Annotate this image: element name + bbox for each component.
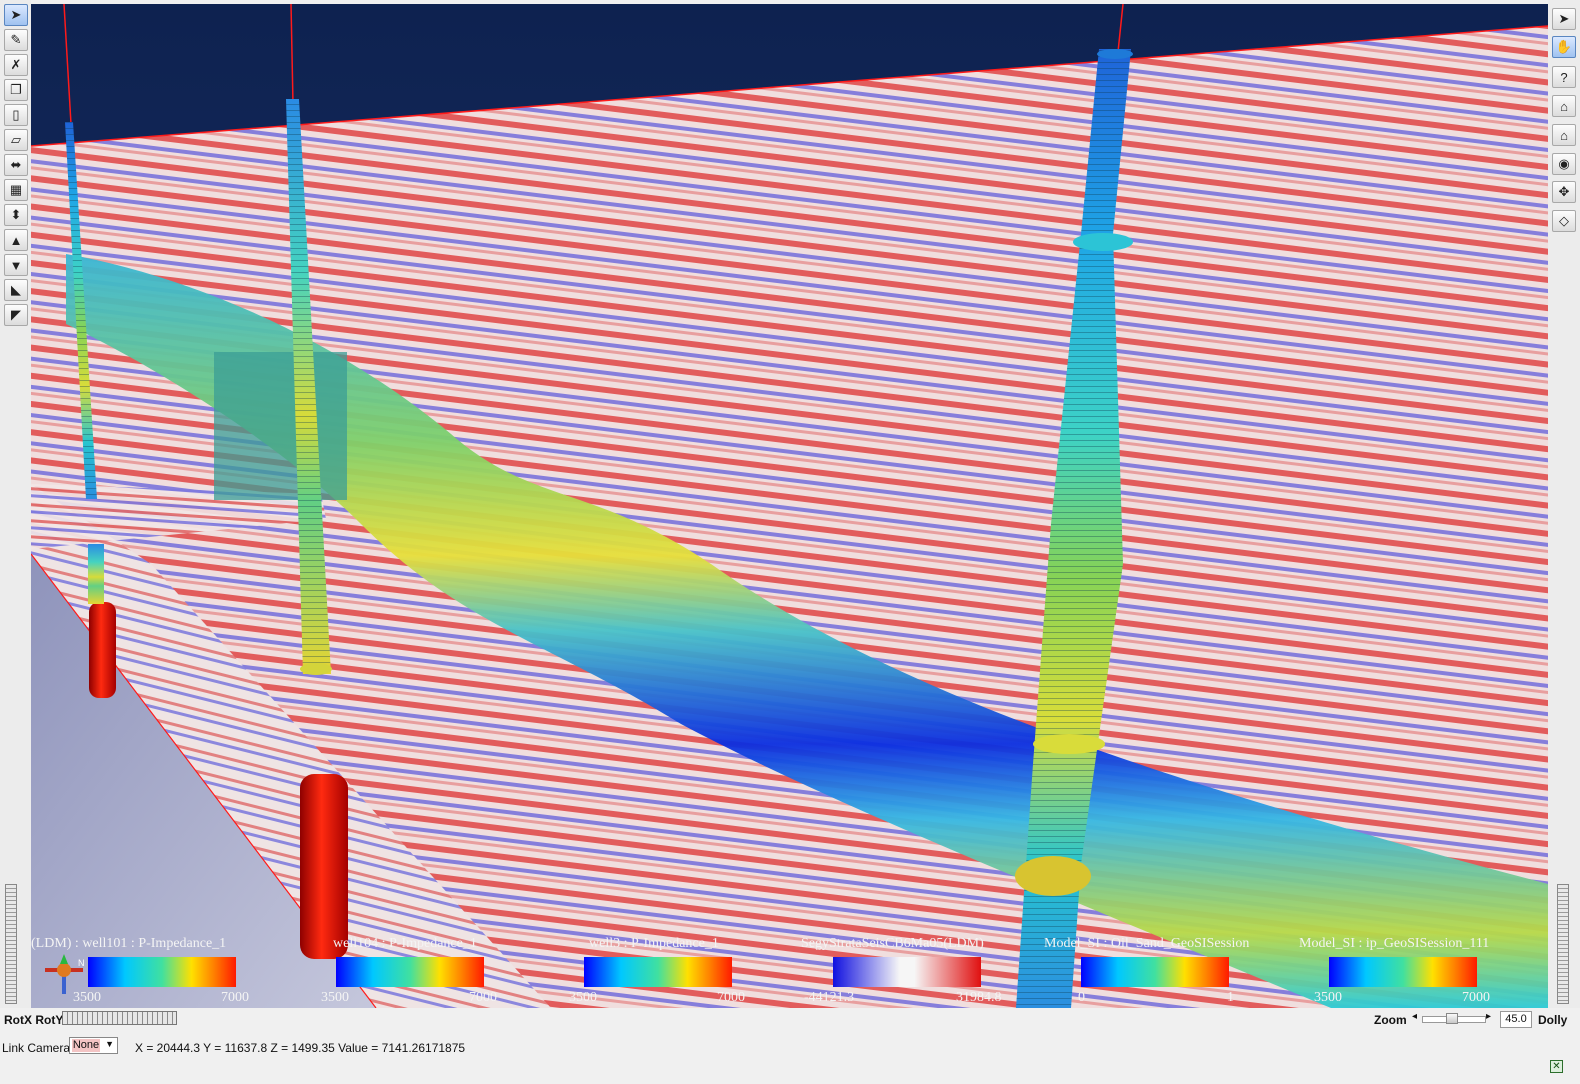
legend-min-well101: 3500 (73, 990, 101, 1005)
legend-title-well3: well3 : P-Impedance_1 (589, 936, 719, 951)
legend-max-well104: 7000 (469, 990, 497, 1005)
zoom-value-field[interactable]: 45.0 (1500, 1011, 1532, 1028)
legend-max-ip: 7000 (1462, 990, 1490, 1005)
link-camera-value: None (72, 1039, 100, 1052)
well104-base-cylinder (300, 774, 348, 959)
legend-title-well101: (LDM) : well101 : P-Impedance_1 (31, 936, 227, 951)
layers-icon[interactable]: ❐ (4, 79, 28, 101)
pointer-icon[interactable]: ➤ (1552, 8, 1576, 30)
legend-min-well3: 3500 (569, 990, 597, 1005)
zoom-slider[interactable]: ◂ ▸ (1412, 1011, 1496, 1025)
link-camera-label: Link Camera: (2, 1041, 74, 1055)
zoom-label: Zoom (1374, 1013, 1407, 1027)
erase-pick-icon[interactable]: ✗ (4, 54, 28, 76)
home-icon[interactable]: ⌂ (1552, 95, 1576, 117)
scene-canvas: N (31, 4, 1548, 1008)
rot-thumbwheel[interactable] (62, 1011, 177, 1025)
volume-icon[interactable]: ▦ (4, 179, 28, 201)
cylinder-icon[interactable]: ▯ (4, 104, 28, 126)
fault-icon[interactable]: ◤ (4, 304, 28, 326)
zoom-left-arrow-icon[interactable]: ◂ (1412, 1011, 1417, 1022)
left-thumbwheel[interactable] (5, 884, 17, 1004)
legend-max-seismic: 31984.8 (956, 990, 1002, 1005)
legend-title-well104: well104 : P-Impedance_1 (333, 936, 477, 951)
legend-min-ip: 3500 (1314, 990, 1342, 1005)
dolly-label: Dolly (1538, 1013, 1568, 1027)
zoom-thumb[interactable] (1446, 1013, 1458, 1024)
right-thumbwheel[interactable] (1557, 884, 1569, 1004)
help-icon[interactable]: ? (1552, 66, 1576, 88)
well-down-icon[interactable]: ▼ (4, 254, 28, 276)
model-volume-box (214, 352, 347, 500)
view-all-icon[interactable]: ◉ (1552, 153, 1576, 175)
legend-max-well3: 7000 (717, 990, 745, 1005)
legend-title-ip: Model_SI : ip_GeoSISession_111 (1299, 936, 1490, 951)
link-camera-select[interactable]: None ▼ (69, 1037, 118, 1054)
well101-base-cylinder (89, 602, 116, 698)
select-arrow-icon[interactable]: ➤ (4, 4, 28, 26)
legend-colorbar-well3 (584, 957, 732, 987)
legend-colorbar-seismic (833, 957, 981, 987)
compass-north-label: N (78, 958, 85, 968)
legend-title-seismic: SegyStrataSeisCB6Ma05(LDM) (801, 936, 984, 951)
right-toolbar: ➤ ✋ ? ⌂ ⌂ ◉ ✥ ◇ (1548, 0, 1580, 1012)
volume-move-icon[interactable]: ⬍ (4, 204, 28, 226)
legend-min-oilsand: 0 (1078, 990, 1085, 1005)
perspective-icon[interactable]: ◇ (1552, 210, 1576, 232)
chevron-down-icon: ▼ (105, 1039, 114, 1049)
seek-icon[interactable]: ✥ (1552, 181, 1576, 203)
plane-icon[interactable]: ▱ (4, 129, 28, 151)
horizon-icon[interactable]: ◣ (4, 279, 28, 301)
well101-lower-segment (88, 544, 104, 604)
hand-icon[interactable]: ✋ (1552, 36, 1576, 58)
pick-pen-icon[interactable]: ✎ (4, 29, 28, 51)
legend-colorbar-ip (1329, 957, 1477, 987)
legend-colorbar-well104 (336, 957, 484, 987)
resize-grip-icon[interactable]: ✕ (1550, 1060, 1563, 1073)
3d-viewport[interactable]: N (LDM) : well101 : P-Impedance_1 3500 7… (31, 4, 1548, 1008)
legend-colorbar-oilsand (1081, 957, 1229, 987)
legend-title-oilsand: Model_SI : Oil_Sand_GeoSISession (1044, 936, 1250, 951)
legend-min-well104: 3500 (321, 990, 349, 1005)
well-icon[interactable]: ▲ (4, 229, 28, 251)
left-toolbar: ➤ ✎ ✗ ❐ ▯ ▱ ⬌ ▦ ⬍ ▲ ▼ ◣ ◤ (0, 0, 31, 1012)
legend-min-seismic: -44121.3 (804, 990, 855, 1005)
set-home-icon[interactable]: ⌂ (1552, 124, 1576, 146)
zoom-right-arrow-icon[interactable]: ▸ (1486, 1011, 1491, 1022)
legend-colorbar-well101 (88, 957, 236, 987)
legend-max-oilsand: 1 (1227, 990, 1234, 1005)
bottom-bar: RotX RotY Zoom ◂ ▸ 45.0 Dolly Link Camer… (0, 1008, 1580, 1084)
legend-max-well101: 7000 (221, 990, 249, 1005)
rot-label: RotX RotY (4, 1013, 64, 1027)
coordinate-readout: X = 20444.3 Y = 11637.8 Z = 1499.35 Valu… (135, 1041, 466, 1055)
plane-move-icon[interactable]: ⬌ (4, 154, 28, 176)
